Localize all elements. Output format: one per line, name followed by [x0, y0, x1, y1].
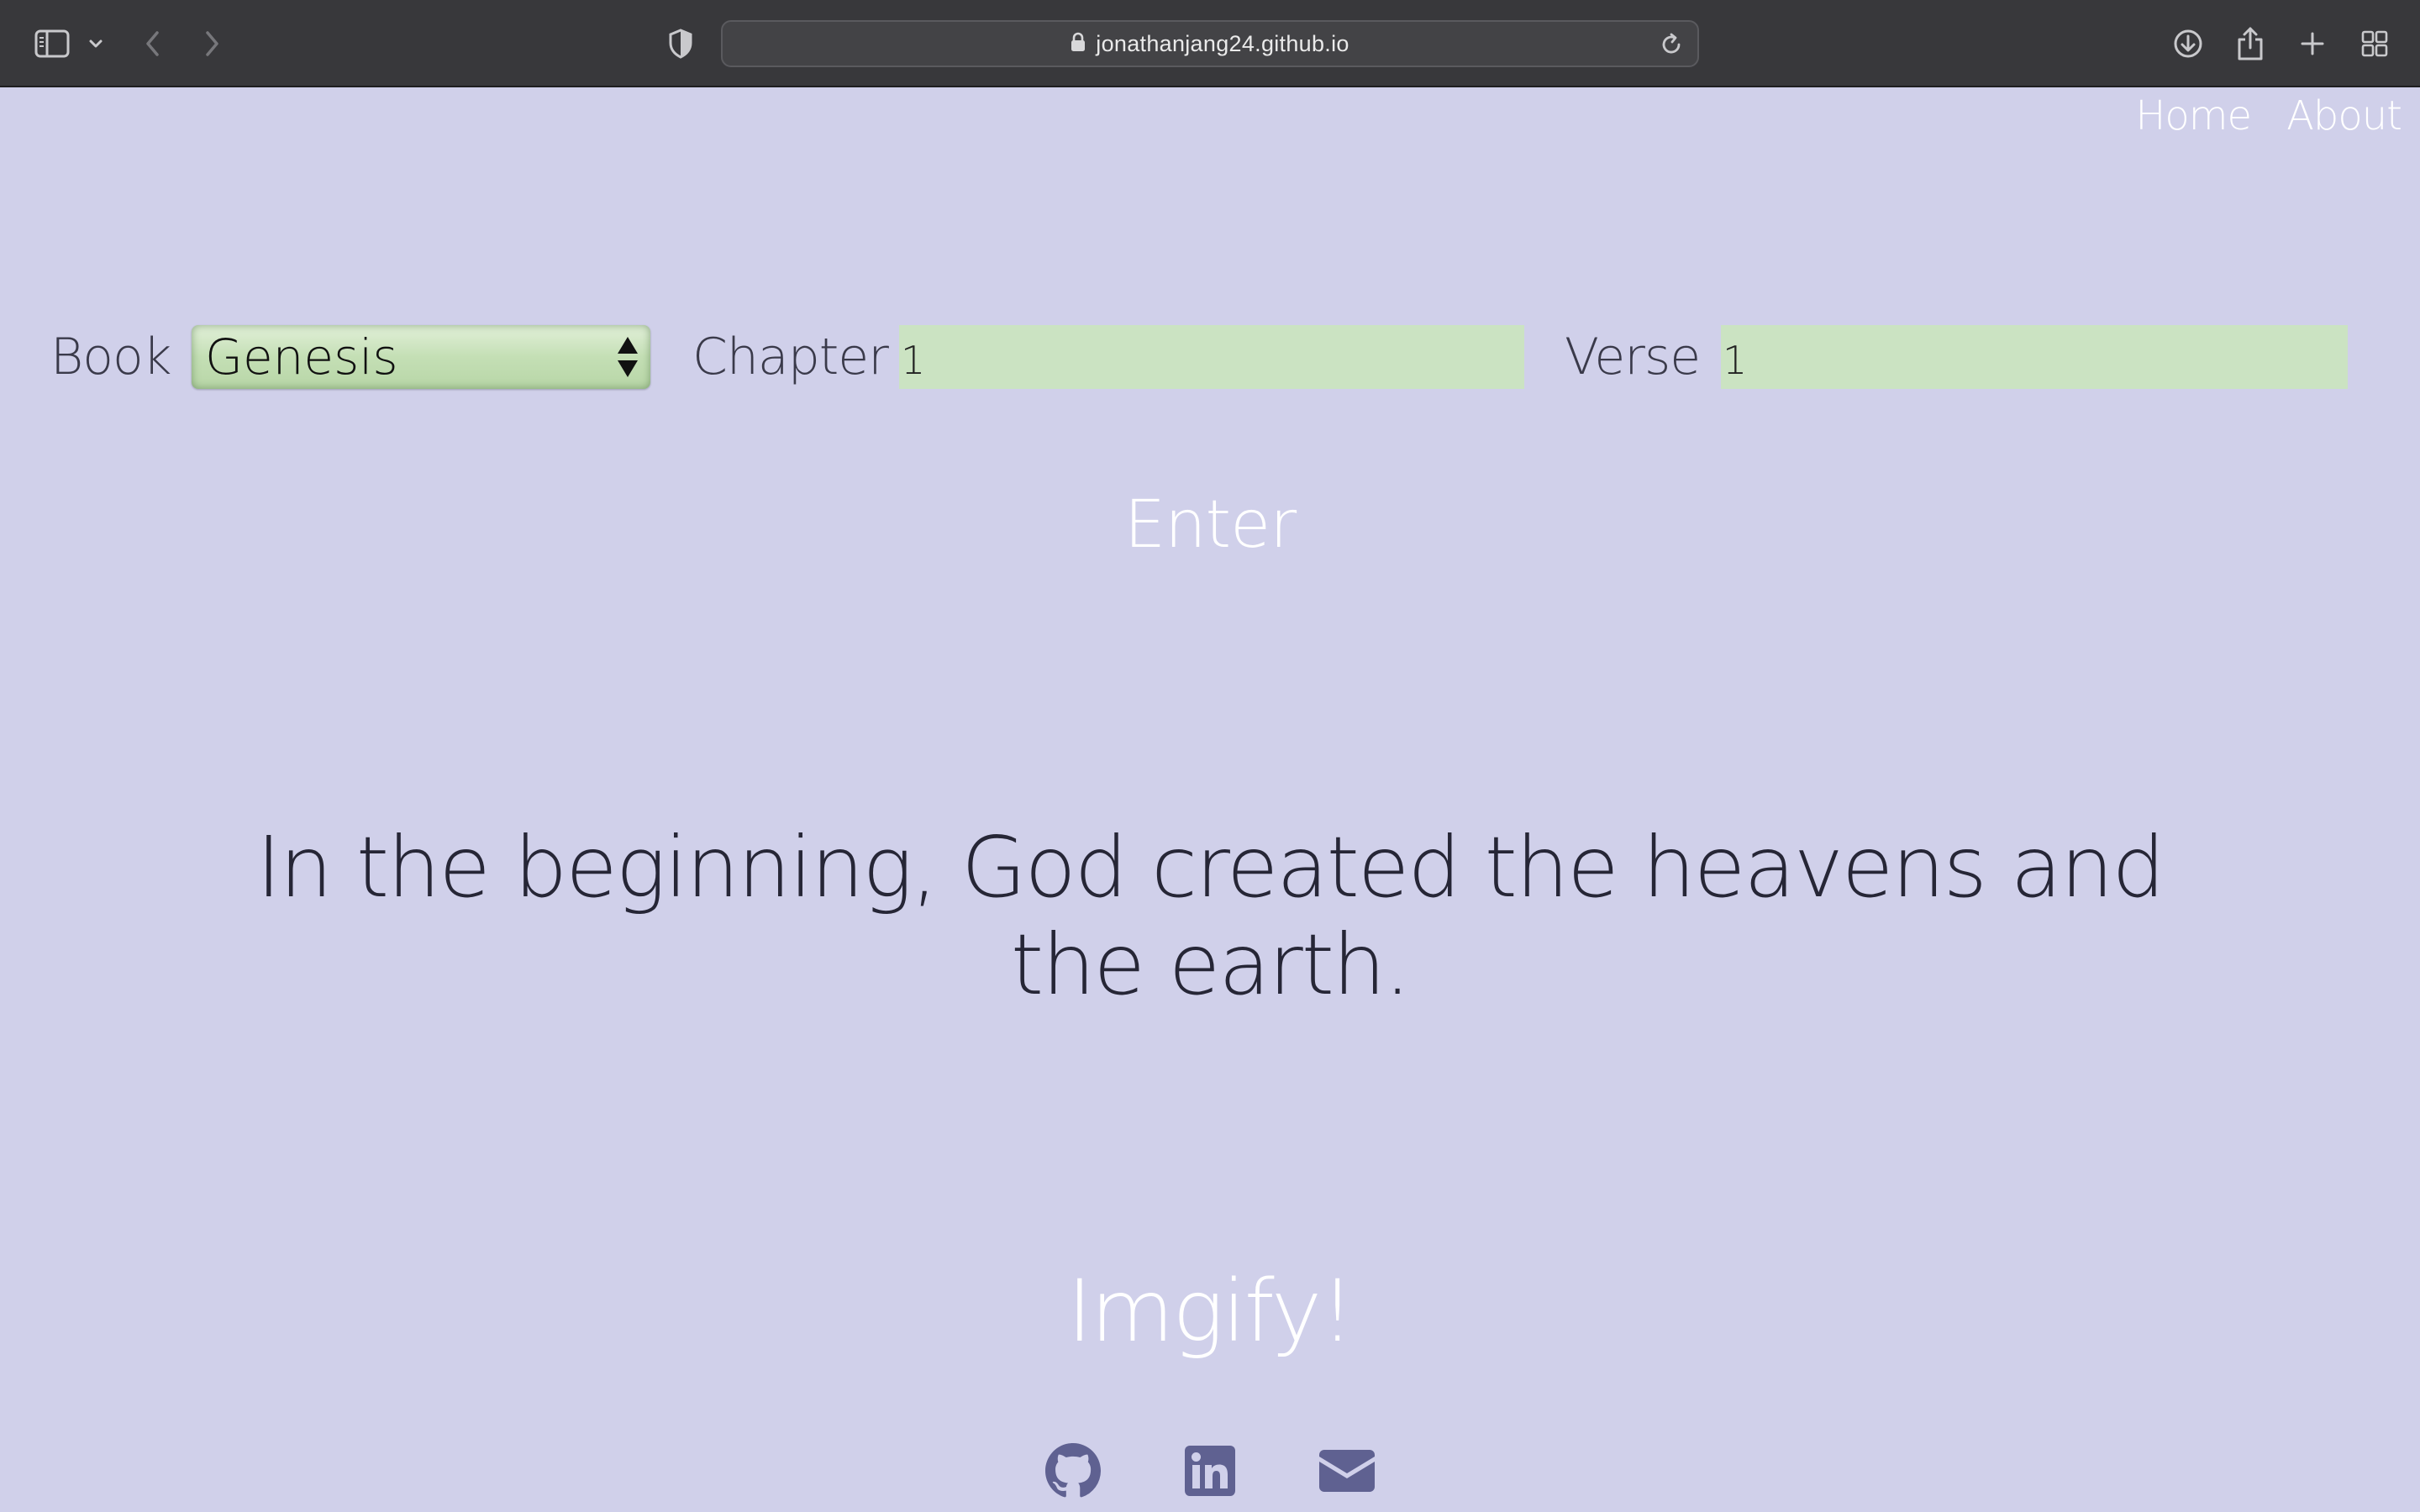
book-label: Book — [50, 328, 171, 386]
new-tab-button[interactable] — [2296, 18, 2329, 69]
tab-overview-icon — [2361, 30, 2388, 57]
new-tab-icon — [2300, 31, 2325, 56]
book-select[interactable]: Genesis — [192, 325, 650, 389]
chapter-input-value: 1 — [901, 338, 926, 383]
back-button[interactable] — [138, 18, 168, 69]
nav-home-link[interactable]: Home — [2135, 92, 2252, 139]
linkedin-link[interactable] — [1181, 1443, 1239, 1502]
lock-icon — [1071, 32, 1086, 55]
back-icon — [144, 29, 162, 58]
select-arrows-icon — [615, 333, 640, 381]
github-icon — [1045, 1443, 1101, 1502]
verse-input[interactable]: 1 — [1721, 325, 2348, 389]
browser-toolbar: jonathanjang24.github.io — [0, 0, 2420, 87]
nav-about-link[interactable]: About — [2286, 92, 2402, 139]
tab-overview-button[interactable] — [2358, 18, 2391, 69]
verse-label: Verse — [1565, 328, 1701, 386]
sidebar-menu-button[interactable] — [86, 18, 106, 69]
download-icon — [2172, 28, 2204, 60]
chevron-down-icon — [88, 39, 103, 49]
sidebar-toggle-button[interactable] — [32, 18, 72, 69]
downloads-button[interactable] — [2170, 18, 2207, 69]
share-icon — [2236, 26, 2265, 61]
reload-icon[interactable] — [1659, 32, 1684, 57]
email-link[interactable] — [1318, 1443, 1376, 1502]
linkedin-icon — [1185, 1446, 1235, 1499]
forward-button[interactable] — [197, 18, 227, 69]
share-button[interactable] — [2233, 18, 2267, 69]
book-select-value: Genesis — [205, 328, 398, 386]
enter-button[interactable]: Enter — [0, 483, 2420, 567]
address-bar[interactable]: jonathanjang24.github.io — [721, 20, 1699, 67]
chapter-label: Chapter — [692, 328, 889, 386]
sidebar-icon — [34, 29, 70, 58]
privacy-report-button[interactable] — [664, 18, 697, 69]
verse-text: In the beginning, God created the heaven… — [256, 818, 2165, 1014]
imgify-button[interactable]: Imgify! — [0, 1260, 2420, 1364]
verse-lookup-form: Book Genesis Chapter 1 Verse 1 — [50, 323, 2370, 391]
email-icon — [1319, 1450, 1375, 1495]
forward-icon — [203, 29, 221, 58]
top-nav: Home About — [2100, 87, 2402, 144]
chapter-input[interactable]: 1 — [899, 325, 1524, 389]
address-url: jonathanjang24.github.io — [1096, 30, 1349, 56]
verse-input-value: 1 — [1723, 338, 1748, 383]
github-link[interactable] — [1044, 1443, 1102, 1502]
shield-icon — [668, 29, 693, 59]
